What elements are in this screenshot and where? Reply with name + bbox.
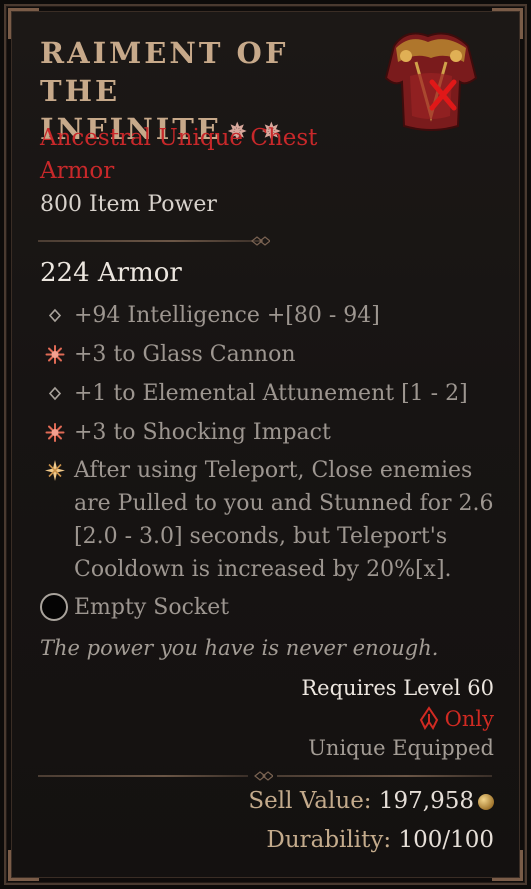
gold-coin-icon bbox=[478, 794, 494, 810]
unique-star-icon bbox=[45, 460, 65, 481]
frame-corner-top-right bbox=[492, 8, 523, 39]
affix-row: +3 to Glass Cannon bbox=[40, 338, 500, 371]
divider-bottom-left bbox=[38, 775, 248, 777]
unique-affix: After using Teleport, Close enemies are … bbox=[40, 454, 500, 586]
item-type: Ancestral Unique Chest Armor bbox=[40, 125, 318, 184]
divider-top bbox=[38, 240, 263, 242]
durability: Durability: 100/100 bbox=[266, 827, 494, 853]
affix-row: +3 to Shocking Impact bbox=[40, 416, 500, 449]
diamond-bullet-icon bbox=[48, 308, 62, 323]
required-level: Requires Level 60 bbox=[301, 676, 494, 700]
sell-value: Sell Value: 197,958 bbox=[248, 788, 494, 814]
divider-ornament-icon bbox=[251, 236, 270, 246]
item-power: 800 Item Power bbox=[40, 192, 217, 217]
divider-ornament-icon bbox=[254, 771, 273, 781]
affix-row: +1 to Elemental Attunement [1 - 2] bbox=[40, 377, 500, 410]
divider-bottom-right bbox=[277, 775, 492, 777]
armor-value: 224 Armor bbox=[40, 258, 182, 288]
empty-socket: Empty Socket bbox=[40, 591, 229, 624]
frame-corner-bottom-left bbox=[8, 850, 39, 881]
red-star-icon bbox=[45, 423, 65, 442]
class-requirement: Only bbox=[417, 706, 494, 731]
red-star-icon bbox=[45, 345, 65, 364]
chest-armor-icon bbox=[384, 32, 478, 131]
sorcerer-class-icon bbox=[419, 706, 438, 730]
empty-socket-icon bbox=[40, 593, 68, 621]
diamond-bullet-icon bbox=[48, 386, 62, 401]
frame-corner-bottom-right bbox=[492, 850, 523, 881]
unique-equipped: Unique Equipped bbox=[308, 736, 494, 760]
flavor-text: The power you have is never enough. bbox=[40, 636, 439, 660]
affix-row: +94 Intelligence +[80 - 94] bbox=[40, 299, 500, 332]
item-name-line1: RAIMENT OF THE bbox=[40, 36, 289, 108]
frame-corner-top-left bbox=[8, 8, 39, 39]
